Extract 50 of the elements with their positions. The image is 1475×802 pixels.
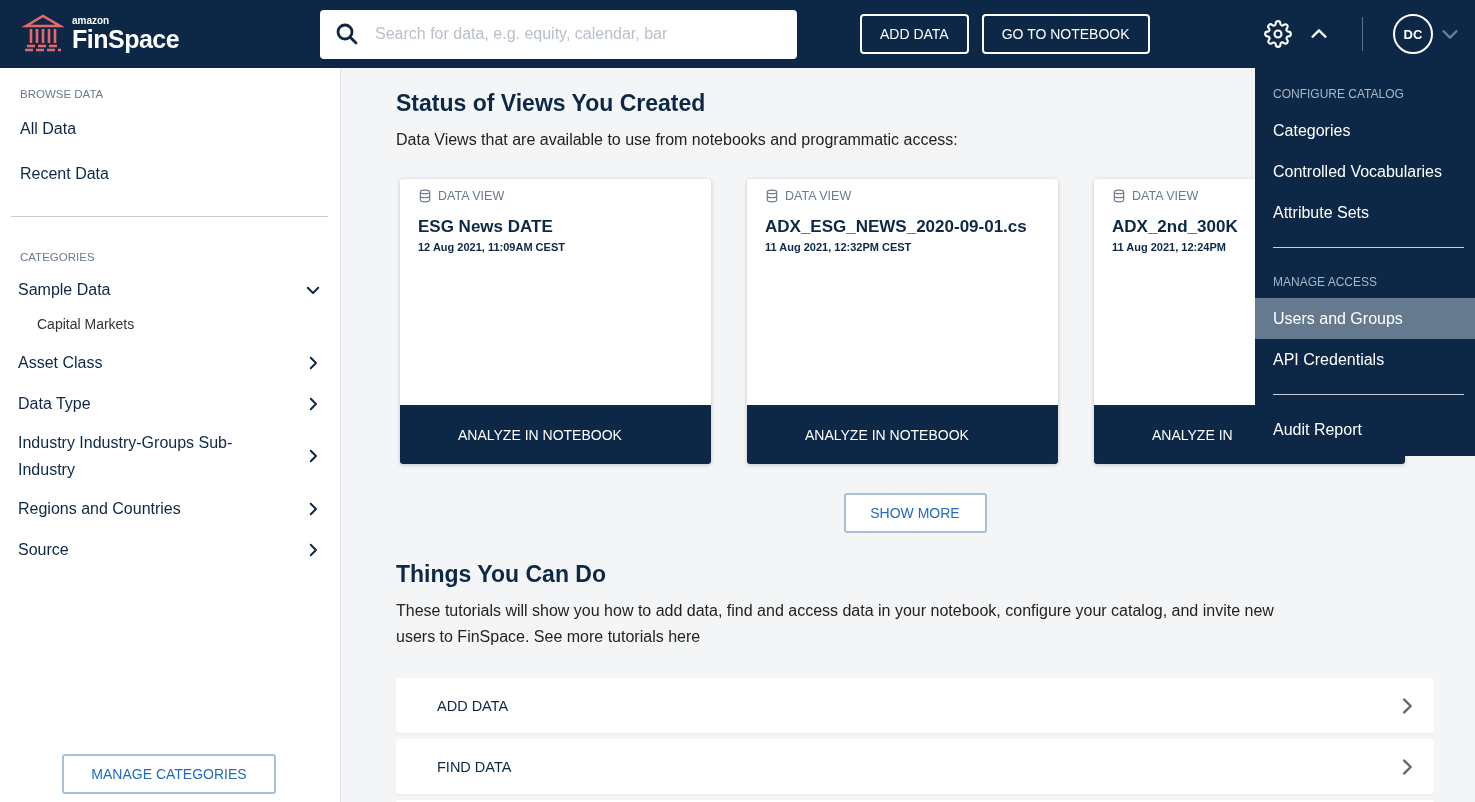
database-icon bbox=[765, 189, 779, 203]
logo-wordmark: FinSpace bbox=[72, 27, 180, 52]
card-date: 11 Aug 2021, 12:32PM CEST bbox=[765, 241, 913, 253]
menu-item[interactable]: Attribute Sets bbox=[1255, 192, 1475, 233]
category-item[interactable]: Industry Industry-Groups Sub-Industry bbox=[11, 424, 328, 488]
search-field[interactable]: Search for data, e.g. equity, calendar, bar bbox=[320, 9, 797, 59]
show-more-button[interactable]: SHOW MORE bbox=[843, 493, 987, 533]
search-icon bbox=[335, 21, 359, 46]
subcategory-item[interactable]: Capital Markets bbox=[11, 310, 328, 338]
user-menu-button[interactable]: DC bbox=[1393, 14, 1461, 54]
sidebar-link[interactable]: Recent Data bbox=[11, 159, 328, 189]
category-item[interactable]: Data Type bbox=[11, 383, 328, 424]
category-item[interactable]: Sample Data bbox=[11, 269, 328, 310]
header-button[interactable]: ADD DATA bbox=[860, 14, 969, 54]
category-item[interactable]: Asset Class bbox=[11, 342, 328, 383]
user-avatar: DC bbox=[1393, 14, 1433, 54]
sidebar-link[interactable]: All Data bbox=[11, 114, 328, 144]
analyze-button[interactable]: ANALYZE IN NOTEBOOK bbox=[747, 405, 1058, 464]
menu-item[interactable]: Categories bbox=[1255, 110, 1475, 151]
menu-heading: MANAGE ACCESS bbox=[1272, 274, 1379, 291]
section-description: These tutorials will show you how to add data, find and access data in your notebook, configure your catalog, and invite new users to FinSpace. See more tutorials here bbox=[396, 601, 1275, 647]
header-button[interactable]: GO TO NOTEBOOK bbox=[981, 14, 1150, 54]
card-date: 11 Aug 2021, 12:24PM bbox=[1112, 241, 1227, 253]
card-title: ADX_ESG_NEWS_2020-09-01.cs bbox=[765, 217, 1027, 237]
menu-item[interactable]: Users and Groups bbox=[1255, 298, 1475, 339]
menu-heading: CONFIGURE CATALOG bbox=[1272, 86, 1405, 103]
database-icon bbox=[1112, 189, 1126, 203]
card-title: ADX_2nd_300K bbox=[1112, 217, 1238, 237]
section-title: Status of Views You Created bbox=[396, 90, 706, 117]
category-item[interactable]: Source bbox=[11, 529, 328, 570]
settings-icon bbox=[1264, 20, 1292, 48]
database-icon bbox=[418, 189, 432, 203]
category-item[interactable]: Regions and Countries bbox=[11, 488, 328, 529]
analyze-button[interactable]: ANALYZE IN NOTEBOOK bbox=[400, 405, 711, 464]
menu-item[interactable]: API Credentials bbox=[1255, 339, 1475, 380]
logo-caption: amazon bbox=[72, 16, 111, 26]
settings-button[interactable] bbox=[1264, 20, 1330, 48]
tutorial-row[interactable]: ADD DATA bbox=[396, 678, 1434, 733]
section-subtitle: Data Views that are available to use from notebooks and programmatic access: bbox=[396, 130, 958, 150]
section-heading: BROWSE DATA bbox=[19, 88, 105, 100]
card-title: ESG News DATE bbox=[418, 217, 553, 237]
manage-categories-button[interactable]: MANAGE CATEGORIES bbox=[62, 754, 276, 794]
card-date: 12 Aug 2021, 11:09AM CEST bbox=[418, 241, 566, 253]
card-type-label: DATA VIEW bbox=[438, 189, 505, 203]
section-title: Things You Can Do bbox=[396, 561, 606, 588]
section-heading: CATEGORIES bbox=[19, 251, 96, 263]
card-type-label: DATA VIEW bbox=[785, 189, 852, 203]
tutorial-row[interactable]: FIND DATA bbox=[396, 739, 1434, 794]
card-type-label: DATA VIEW bbox=[1132, 189, 1199, 203]
menu-item[interactable]: Controlled Vocabularies bbox=[1255, 151, 1475, 192]
